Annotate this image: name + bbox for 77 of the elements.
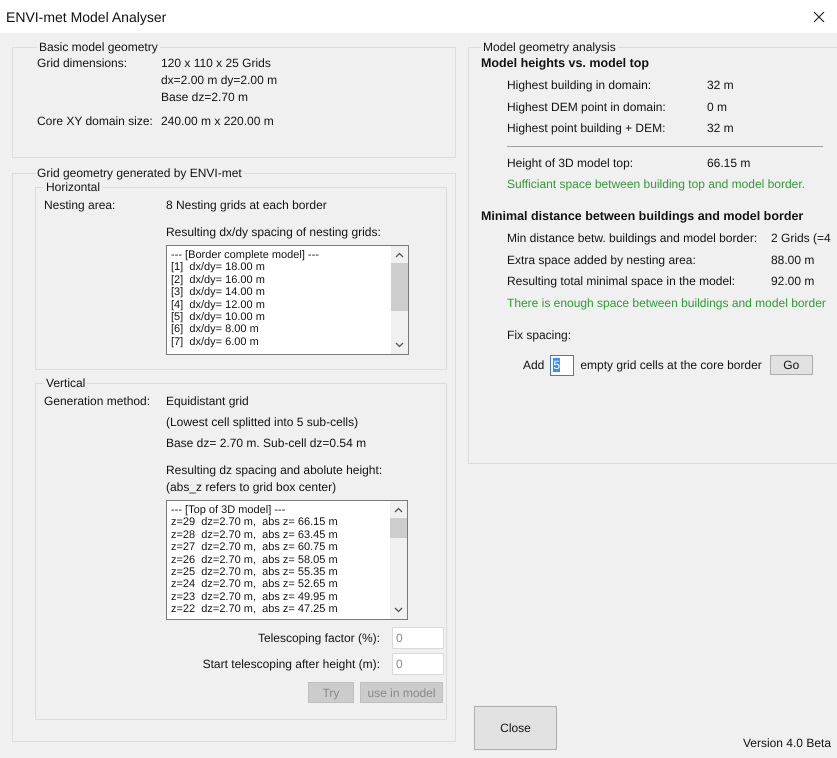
- scroll-up-icon[interactable]: [395, 252, 404, 258]
- group-title: Basic model geometry: [38, 40, 159, 54]
- field-value: Base dz=2.70 m: [161, 90, 250, 104]
- field-value: 88.00 m: [771, 252, 814, 268]
- field-label: Highest building in domain:: [507, 77, 652, 94]
- group-title: Horizontal: [45, 180, 102, 194]
- field-label: Nesting area:: [44, 198, 116, 214]
- group-title: Grid geometry generated by ENVI-met: [36, 166, 243, 180]
- field-value: 92.00 m: [771, 273, 814, 290]
- list-item[interactable]: [7] dx/dy= 6.00 m: [171, 336, 387, 348]
- list-item[interactable]: z=29 dz=2.70 m, abs z= 66.15 m: [171, 516, 386, 529]
- list-item[interactable]: --- [Top of 3D model] ---: [171, 504, 386, 516]
- window-title: ENVI-met Model Analyser: [6, 8, 166, 24]
- field-label: Generation method:: [44, 394, 152, 410]
- list-item[interactable]: z=22 dz=2.70 m, abs z= 47.25 m: [171, 603, 386, 616]
- status-message: Sufficiant space between building top and model border.: [506, 176, 806, 193]
- field-label: Height of 3D model top:: [507, 154, 634, 172]
- field-label: Start telescoping after height (m):: [202, 657, 380, 671]
- field-label: Extra space added by nesting area:: [507, 252, 697, 268]
- list-item[interactable]: [2] dx/dy= 16.00 m: [171, 274, 387, 286]
- list-item[interactable]: --- [Border complete model] ---: [171, 249, 387, 262]
- list-box[interactable]: --- [Border complete model] --- [1] dx/dy= 18.00 m [2] dx/dy= 16.00 m [3] dx/dy= 14.00 m [4] dx/dy= 12.00 m [5] dx/dy= 10.00 m [6] dx/dy= 8.00 m [7] dx/dy= 6.00 m: [166, 245, 409, 355]
- group-title: Vertical: [45, 376, 86, 390]
- list-item[interactable]: z=24 dz=2.70 m, abs z= 52.65 m: [171, 578, 386, 591]
- field-value: 240.00 m x 220.00 m: [161, 114, 274, 128]
- list-caption: Resulting dx/dy spacing of nesting grids:: [166, 225, 382, 240]
- field-value: Base dz= 2.70 m. Sub-cell dz=0.54 m: [166, 436, 368, 451]
- list-item[interactable]: [5] dx/dy= 10.00 m: [171, 311, 387, 324]
- field-label: Fix spacing:: [506, 328, 572, 342]
- field-label: Add: [523, 358, 544, 372]
- input-field[interactable]: 0: [392, 653, 444, 675]
- field-value: dx=2.00 m dy=2.00 m: [161, 73, 278, 87]
- list-item[interactable]: [1] dx/dy= 18.00 m: [171, 261, 387, 274]
- scroll-up-icon[interactable]: [394, 507, 403, 513]
- list-item[interactable]: [6] dx/dy= 8.00 m: [171, 323, 387, 336]
- list-item[interactable]: z=25 dz=2.70 m, abs z= 55.35 m: [171, 566, 386, 578]
- field-value: 32 m: [707, 120, 734, 137]
- list-item[interactable]: z=26 dz=2.70 m, abs z= 58.05 m: [171, 554, 386, 566]
- close-icon[interactable]: [813, 10, 825, 22]
- version-label: Version 4.0 Beta: [742, 736, 832, 750]
- list-caption: Resulting dz spacing and abolute height:: [166, 463, 384, 478]
- field-label: Highest DEM point in domain:: [507, 98, 667, 116]
- scrollbar[interactable]: [391, 246, 408, 354]
- scroll-down-icon[interactable]: [394, 607, 403, 613]
- field-label: Core XY domain size:: [37, 114, 154, 128]
- scroll-down-icon[interactable]: [395, 342, 404, 348]
- list-item[interactable]: [4] dx/dy= 12.00 m: [171, 298, 387, 312]
- field-value: 0 m: [707, 98, 728, 116]
- field-value: 120 x 110 x 25 Grids: [161, 56, 272, 70]
- field-label: Grid dimensions:: [37, 56, 128, 72]
- scrollbar-thumb[interactable]: [391, 263, 408, 311]
- section-heading: Minimal distance between buildings and model border: [481, 209, 804, 223]
- field-label: Highest point building + DEM:: [507, 120, 666, 137]
- field-value: Equidistant grid: [166, 394, 250, 409]
- field-label: Telescoping factor (%):: [258, 631, 380, 645]
- field-value: 2 Grids (=4: [771, 230, 831, 247]
- list-item[interactable]: z=23 dz=2.70 m, abs z= 49.95 m: [171, 590, 386, 604]
- input-field[interactable]: 0: [392, 627, 444, 649]
- scrollbar[interactable]: [390, 501, 407, 619]
- field-label: Resulting total minimal space in the model:: [507, 273, 736, 290]
- field-value: (Lowest cell splitted into 5 sub-cells): [166, 415, 360, 430]
- field-value: 8 Nesting grids at each border: [166, 198, 328, 213]
- field-label: empty grid cells at the core border: [580, 358, 762, 372]
- status-message: There is enough space between buildings and model border: [506, 294, 827, 312]
- list-caption: (abs_z refers to grid box center): [166, 480, 338, 495]
- field-value: 32 m: [707, 77, 734, 94]
- list-item[interactable]: z=27 dz=2.70 m, abs z= 60.75 m: [171, 541, 386, 554]
- list-item[interactable]: [3] dx/dy= 14.00 m: [171, 286, 387, 299]
- scrollbar-thumb[interactable]: [390, 518, 407, 538]
- list-box[interactable]: [166, 500, 408, 620]
- list-item[interactable]: z=28 dz=2.70 m, abs z= 63.45 m: [171, 528, 386, 542]
- group-title: Model geometry analysis: [482, 40, 617, 54]
- field-value: 66.15 m: [707, 154, 750, 172]
- field-label: Min distance betw. buildings and model border:: [507, 230, 758, 247]
- section-heading: Model heights vs. model top: [481, 56, 650, 70]
- go-button[interactable]: Go: [770, 355, 813, 375]
- close-button[interactable]: Close: [474, 706, 557, 750]
